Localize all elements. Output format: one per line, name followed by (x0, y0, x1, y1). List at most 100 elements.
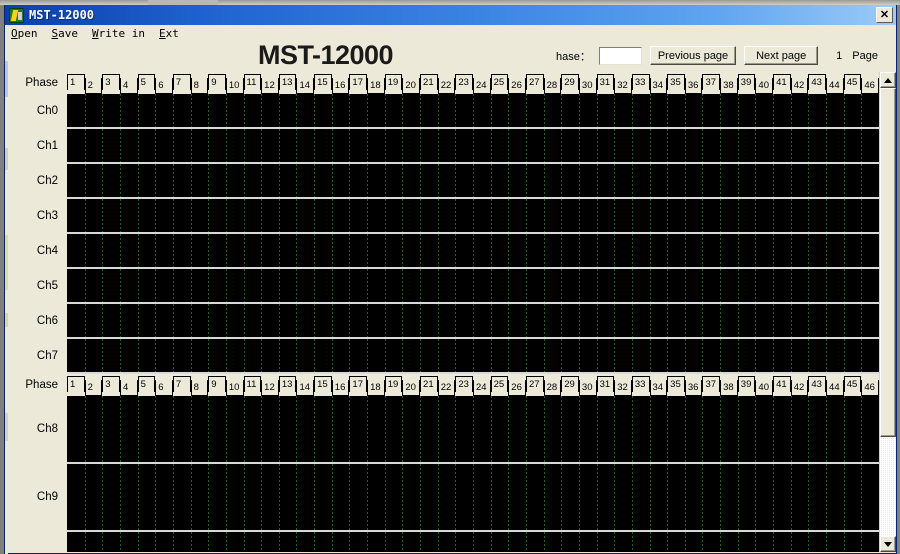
channel-waveform[interactable] (67, 234, 879, 269)
waveform-gridline (420, 269, 421, 304)
waveform-gridline (349, 532, 350, 552)
waveform-gridline (632, 304, 633, 339)
waveform-gridline (650, 304, 651, 339)
scrollbar-track[interactable] (880, 88, 896, 536)
waveform-gridline (491, 94, 492, 129)
waveform-gridline (420, 464, 421, 532)
channel-waveform[interactable] (67, 164, 879, 199)
waveform-gridline (120, 94, 121, 129)
waveform-gridline (861, 164, 862, 199)
vertical-scrollbar[interactable] (879, 72, 896, 552)
waveform-gridline (473, 464, 474, 532)
waveform-gridline (491, 164, 492, 199)
scroll-down-icon[interactable] (880, 536, 896, 552)
waveform-gridline (473, 304, 474, 339)
channel-waveform[interactable] (67, 339, 879, 374)
waveform-gridline (526, 94, 527, 129)
waveform-gridline (226, 532, 227, 552)
menu-item-save[interactable]: Save (52, 27, 79, 40)
waveform-gridline (685, 464, 686, 532)
waveform-gridline (332, 234, 333, 269)
waveform-gridline (208, 129, 209, 164)
waveform-gridline (438, 339, 439, 374)
waveform-gridline (632, 269, 633, 304)
waveform-gridline (385, 464, 386, 532)
phase-tick: 15 (314, 74, 332, 90)
waveform-gridline (438, 199, 439, 234)
waveform-gridline (491, 129, 492, 164)
waveform-gridline (314, 129, 315, 164)
channel-waveform[interactable] (67, 199, 879, 234)
waveform-gridline (561, 339, 562, 374)
waveform-gridline (685, 396, 686, 464)
close-button[interactable]: ✕ (876, 7, 893, 23)
waveform-gridline (791, 304, 792, 339)
phase-tick: 5 (137, 74, 156, 90)
waveform-gridline (773, 234, 774, 269)
waveform-gridline (755, 199, 756, 234)
waveform-gridline (349, 199, 350, 234)
waveform-gridline (85, 464, 86, 532)
waveform-gridline (438, 269, 439, 304)
waveform-gridline (579, 94, 580, 129)
waveform-gridline (191, 396, 192, 464)
waveform-gridline (614, 164, 615, 199)
waveform-gridline (685, 164, 686, 199)
previous-page-button[interactable]: Previous page (649, 46, 737, 65)
waveform-gridline (861, 464, 862, 532)
waveform-gridline (808, 234, 809, 269)
next-page-button[interactable]: Next page (744, 46, 819, 65)
waveform-gridline (579, 532, 580, 552)
waveform-gridline (508, 464, 509, 532)
waveform-gridline (844, 164, 845, 199)
phase-tick: 16 (331, 380, 350, 396)
waveform-gridline (491, 269, 492, 304)
waveform-gridline (614, 234, 615, 269)
channel-waveform[interactable] (67, 396, 879, 464)
waveform-gridline (120, 396, 121, 464)
waveform-gridline (685, 94, 686, 129)
waveform-gridline (208, 304, 209, 339)
waveform-gridline (85, 94, 86, 129)
waveform-gridline (261, 339, 262, 374)
waveform-gridline (526, 532, 527, 552)
channel-waveform[interactable] (67, 269, 879, 304)
waveform-gridline (650, 129, 651, 164)
channel-waveform[interactable] (67, 464, 879, 532)
waveform-gridline (138, 396, 139, 464)
waveform-gridline (102, 269, 103, 304)
waveform-gridline (120, 199, 121, 234)
phase-tick: 4 (119, 78, 138, 94)
phase-input[interactable] (598, 46, 642, 65)
waveform-gridline (120, 269, 121, 304)
channel-waveform[interactable] (67, 94, 879, 129)
scroll-up-icon[interactable] (880, 72, 896, 88)
waveform-gridline (561, 464, 562, 532)
phase-tick: 9 (208, 376, 226, 392)
phase-tick: 37 (702, 376, 721, 392)
menu-item-open[interactable]: Open (11, 27, 38, 40)
phase-tick: 29 (561, 376, 579, 392)
phase-tick: 32 (614, 78, 632, 94)
waveform-gridline (261, 94, 262, 129)
channel-waveform[interactable] (67, 532, 879, 552)
scrollbar-thumb[interactable] (880, 88, 896, 437)
waveform-gridline (826, 396, 827, 464)
phase-tick: 17 (349, 74, 368, 90)
waveform-gridline (367, 199, 368, 234)
edge-accent (5, 413, 8, 441)
channel-waveform[interactable] (67, 129, 879, 164)
waveform-gridline (226, 164, 227, 199)
waveform-gridline (579, 396, 580, 464)
triangle-up-glyph (884, 77, 892, 83)
menu-item-write-in[interactable]: Write in (92, 27, 145, 40)
channel-row: Ch6 (5, 304, 879, 339)
phase-tick: 19 (384, 74, 403, 90)
channel-waveform[interactable] (67, 304, 879, 339)
waveform-gridline (349, 94, 350, 129)
waveform-gridline (844, 129, 845, 164)
waveform-gridline (332, 164, 333, 199)
waveform-gridline (296, 339, 297, 374)
menu-item-ext[interactable]: Ext (159, 27, 179, 40)
channel-row: Ch5 (5, 269, 879, 304)
